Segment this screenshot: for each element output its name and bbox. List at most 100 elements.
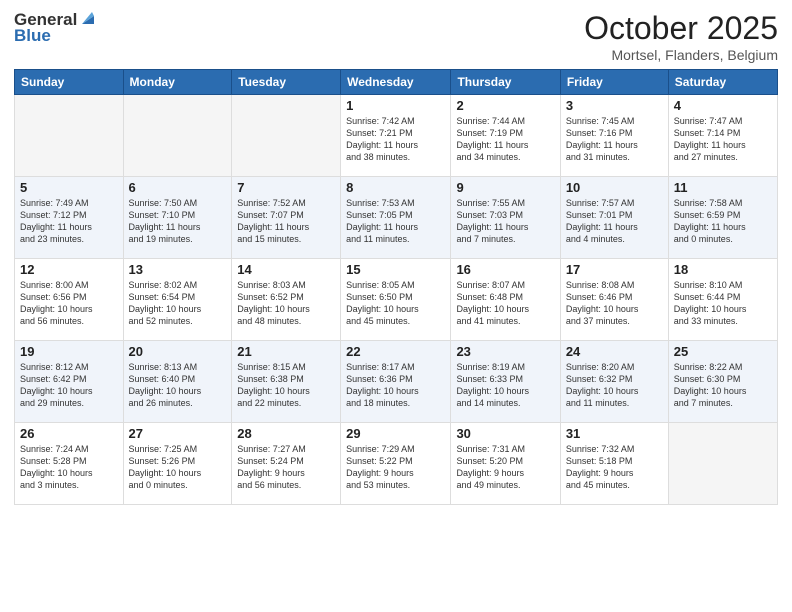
col-sunday: Sunday xyxy=(15,70,124,95)
calendar-table: Sunday Monday Tuesday Wednesday Thursday… xyxy=(14,69,778,505)
day-number: 31 xyxy=(566,426,663,441)
day-info: Sunrise: 7:24 AM Sunset: 5:28 PM Dayligh… xyxy=(20,443,118,492)
day-info: Sunrise: 8:15 AM Sunset: 6:38 PM Dayligh… xyxy=(237,361,335,410)
day-info: Sunrise: 8:19 AM Sunset: 6:33 PM Dayligh… xyxy=(456,361,554,410)
day-number: 5 xyxy=(20,180,118,195)
day-info: Sunrise: 7:31 AM Sunset: 5:20 PM Dayligh… xyxy=(456,443,554,492)
day-number: 22 xyxy=(346,344,445,359)
day-number: 20 xyxy=(129,344,227,359)
day-info: Sunrise: 8:00 AM Sunset: 6:56 PM Dayligh… xyxy=(20,279,118,328)
location: Mortsel, Flanders, Belgium xyxy=(584,47,778,63)
day-info: Sunrise: 7:55 AM Sunset: 7:03 PM Dayligh… xyxy=(456,197,554,246)
day-number: 21 xyxy=(237,344,335,359)
day-number: 6 xyxy=(129,180,227,195)
page-header: General Blue October 2025 Mortsel, Fland… xyxy=(14,10,778,63)
table-row: 15 Sunrise: 8:05 AM Sunset: 6:50 PM Dayli… xyxy=(341,259,451,341)
day-number: 12 xyxy=(20,262,118,277)
day-info: Sunrise: 7:29 AM Sunset: 5:22 PM Dayligh… xyxy=(346,443,445,492)
calendar-row: 1 Sunrise: 7:42 AM Sunset: 7:21 PM Daylig… xyxy=(15,95,778,177)
table-row: 6 Sunrise: 7:50 AM Sunset: 7:10 PM Daylig… xyxy=(123,177,232,259)
table-row: 12 Sunrise: 8:00 AM Sunset: 6:56 PM Dayli… xyxy=(15,259,124,341)
table-row: 8Sunrise: 7:53 AM Sunset: 7:05 PM Daylig… xyxy=(341,177,451,259)
day-number: 9 xyxy=(456,180,554,195)
table-row: 25Sunrise: 8:22 AM Sunset: 6:30 PM Dayli… xyxy=(668,341,777,423)
day-number: 1 xyxy=(346,98,445,113)
table-row: 16Sunrise: 8:07 AM Sunset: 6:48 PM Dayli… xyxy=(451,259,560,341)
calendar-row: 19 Sunrise: 8:12 AM Sunset: 6:42 PM Dayli… xyxy=(15,341,778,423)
day-number: 18 xyxy=(674,262,772,277)
day-info: Sunrise: 8:05 AM Sunset: 6:50 PM Dayligh… xyxy=(346,279,445,328)
day-info: Sunrise: 7:45 AM Sunset: 7:16 PM Dayligh… xyxy=(566,115,663,164)
day-number: 2 xyxy=(456,98,554,113)
table-row: 5 Sunrise: 7:49 AM Sunset: 7:12 PM Daylig… xyxy=(15,177,124,259)
day-number: 26 xyxy=(20,426,118,441)
table-row: 13 Sunrise: 8:02 AM Sunset: 6:54 PM Dayli… xyxy=(123,259,232,341)
table-row: 9 Sunrise: 7:55 AM Sunset: 7:03 PM Daylig… xyxy=(451,177,560,259)
day-number: 28 xyxy=(237,426,335,441)
day-number: 27 xyxy=(129,426,227,441)
table-row: 20 Sunrise: 8:13 AM Sunset: 6:40 PM Dayli… xyxy=(123,341,232,423)
table-row: 1 Sunrise: 7:42 AM Sunset: 7:21 PM Daylig… xyxy=(341,95,451,177)
logo: General Blue xyxy=(14,10,98,46)
table-row: 2 Sunrise: 7:44 AM Sunset: 7:19 PM Daylig… xyxy=(451,95,560,177)
title-block: October 2025 Mortsel, Flanders, Belgium xyxy=(584,10,778,63)
table-row: 24 Sunrise: 8:20 AM Sunset: 6:32 PM Dayli… xyxy=(560,341,668,423)
day-number: 11 xyxy=(674,180,772,195)
day-info: Sunrise: 7:50 AM Sunset: 7:10 PM Dayligh… xyxy=(129,197,227,246)
day-number: 30 xyxy=(456,426,554,441)
day-info: Sunrise: 8:13 AM Sunset: 6:40 PM Dayligh… xyxy=(129,361,227,410)
day-info: Sunrise: 8:07 AM Sunset: 6:48 PM Dayligh… xyxy=(456,279,554,328)
col-friday: Friday xyxy=(560,70,668,95)
day-info: Sunrise: 8:12 AM Sunset: 6:42 PM Dayligh… xyxy=(20,361,118,410)
col-thursday: Thursday xyxy=(451,70,560,95)
table-row: 28 Sunrise: 7:27 AM Sunset: 5:24 PM Dayli… xyxy=(232,423,341,505)
table-row: 17 Sunrise: 8:08 AM Sunset: 6:46 PM Dayli… xyxy=(560,259,668,341)
table-row: 31 Sunrise: 7:32 AM Sunset: 5:18 PM Dayli… xyxy=(560,423,668,505)
day-info: Sunrise: 7:25 AM Sunset: 5:26 PM Dayligh… xyxy=(129,443,227,492)
day-info: Sunrise: 7:52 AM Sunset: 7:07 PM Dayligh… xyxy=(237,197,335,246)
day-number: 10 xyxy=(566,180,663,195)
day-number: 29 xyxy=(346,426,445,441)
day-info: Sunrise: 8:02 AM Sunset: 6:54 PM Dayligh… xyxy=(129,279,227,328)
table-row: 3 Sunrise: 7:45 AM Sunset: 7:16 PM Daylig… xyxy=(560,95,668,177)
day-number: 17 xyxy=(566,262,663,277)
day-number: 4 xyxy=(674,98,772,113)
day-info: Sunrise: 8:17 AM Sunset: 6:36 PM Dayligh… xyxy=(346,361,445,410)
day-info: Sunrise: 7:44 AM Sunset: 7:19 PM Dayligh… xyxy=(456,115,554,164)
table-row xyxy=(123,95,232,177)
table-row: 7Sunrise: 7:52 AM Sunset: 7:07 PM Daylig… xyxy=(232,177,341,259)
day-number: 3 xyxy=(566,98,663,113)
table-row xyxy=(15,95,124,177)
table-row: 27 Sunrise: 7:25 AM Sunset: 5:26 PM Dayli… xyxy=(123,423,232,505)
day-info: Sunrise: 8:10 AM Sunset: 6:44 PM Dayligh… xyxy=(674,279,772,328)
day-info: Sunrise: 8:20 AM Sunset: 6:32 PM Dayligh… xyxy=(566,361,663,410)
table-row: 19 Sunrise: 8:12 AM Sunset: 6:42 PM Dayli… xyxy=(15,341,124,423)
day-info: Sunrise: 7:49 AM Sunset: 7:12 PM Dayligh… xyxy=(20,197,118,246)
day-number: 13 xyxy=(129,262,227,277)
day-number: 14 xyxy=(237,262,335,277)
day-number: 15 xyxy=(346,262,445,277)
table-row: 26 Sunrise: 7:24 AM Sunset: 5:28 PM Dayli… xyxy=(15,423,124,505)
table-row: 21 Sunrise: 8:15 AM Sunset: 6:38 PM Dayli… xyxy=(232,341,341,423)
day-info: Sunrise: 8:22 AM Sunset: 6:30 PM Dayligh… xyxy=(674,361,772,410)
table-row: 4Sunrise: 7:47 AM Sunset: 7:14 PM Daylig… xyxy=(668,95,777,177)
table-row xyxy=(232,95,341,177)
col-saturday: Saturday xyxy=(668,70,777,95)
calendar-row: 12 Sunrise: 8:00 AM Sunset: 6:56 PM Dayli… xyxy=(15,259,778,341)
table-row: 22 Sunrise: 8:17 AM Sunset: 6:36 PM Dayli… xyxy=(341,341,451,423)
day-info: Sunrise: 7:57 AM Sunset: 7:01 PM Dayligh… xyxy=(566,197,663,246)
table-row: 30 Sunrise: 7:31 AM Sunset: 5:20 PM Dayli… xyxy=(451,423,560,505)
day-info: Sunrise: 7:42 AM Sunset: 7:21 PM Dayligh… xyxy=(346,115,445,164)
day-info: Sunrise: 8:08 AM Sunset: 6:46 PM Dayligh… xyxy=(566,279,663,328)
month-title: October 2025 xyxy=(584,10,778,47)
calendar-row: 5 Sunrise: 7:49 AM Sunset: 7:12 PM Daylig… xyxy=(15,177,778,259)
col-monday: Monday xyxy=(123,70,232,95)
day-number: 19 xyxy=(20,344,118,359)
day-number: 8 xyxy=(346,180,445,195)
day-info: Sunrise: 7:32 AM Sunset: 5:18 PM Dayligh… xyxy=(566,443,663,492)
table-row: 18 Sunrise: 8:10 AM Sunset: 6:44 PM Dayli… xyxy=(668,259,777,341)
day-number: 24 xyxy=(566,344,663,359)
logo-icon xyxy=(78,8,98,28)
table-row: 14Sunrise: 8:03 AM Sunset: 6:52 PM Dayli… xyxy=(232,259,341,341)
day-info: Sunrise: 7:27 AM Sunset: 5:24 PM Dayligh… xyxy=(237,443,335,492)
